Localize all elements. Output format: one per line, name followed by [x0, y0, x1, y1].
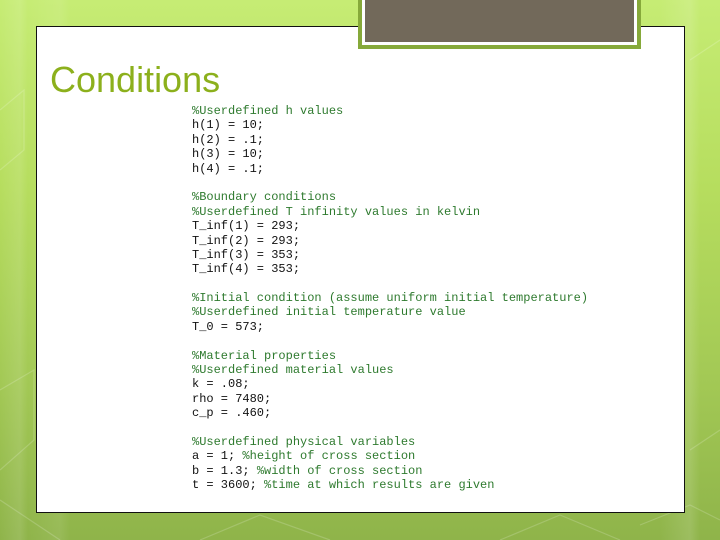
code-line: %Userdefined T infinity values in kelvin [192, 205, 588, 219]
code-text: T_inf(4) = 353; [192, 262, 301, 277]
code-text: k = .08; [192, 377, 250, 392]
code-line: %Initial condition (assume uniform initi… [192, 291, 588, 305]
code-comment: %Userdefined physical variables [192, 434, 416, 449]
code-comment: %Initial condition (assume uniform initi… [192, 291, 589, 306]
title-placeholder-fill [365, 0, 634, 42]
code-line: %Material properties [192, 349, 588, 363]
code-text: b = 1.3; [192, 463, 257, 478]
code-text: a = 1; [192, 449, 243, 464]
code-text: h(3) = 10; [192, 147, 265, 162]
code-line: %Userdefined material values [192, 363, 588, 377]
code-listing: %Userdefined h values h(1) = 10; h(2) = .1… [192, 104, 588, 493]
code-line: %Userdefined h values [192, 104, 588, 118]
code-block: %Userdefined physical variables a = 1; %h… [192, 435, 588, 493]
code-comment: %Userdefined T infinity values in kelvin [192, 204, 481, 219]
code-line: T_inf(4) = 353; [192, 262, 588, 276]
code-line: b = 1.3; %width of cross section [192, 464, 588, 478]
code-comment: %time at which results are given [264, 478, 495, 493]
code-line: %Boundary conditions [192, 190, 588, 204]
code-text: h(4) = .1; [192, 161, 265, 176]
code-text: rho = 7480; [192, 391, 272, 406]
code-text: h(2) = .1; [192, 132, 265, 147]
code-text: T_inf(2) = 293; [192, 233, 301, 248]
code-comment: %Userdefined h values [192, 104, 344, 118]
code-text: h(1) = 10; [192, 118, 265, 133]
code-line: T_inf(2) = 293; [192, 234, 588, 248]
slide-title: Conditions [50, 59, 221, 100]
code-line: c_p = .460; [192, 406, 588, 420]
code-comment: %Material properties [192, 348, 337, 363]
code-line: a = 1; %height of cross section [192, 449, 588, 463]
code-comment: %Userdefined initial temperature value [192, 305, 466, 320]
code-line: h(1) = 10; [192, 118, 588, 132]
code-text: T_inf(1) = 293; [192, 219, 301, 234]
code-line: k = .08; [192, 377, 588, 391]
code-line: h(2) = .1; [192, 133, 588, 147]
code-line: t = 3600; %time at which results are giv… [192, 478, 588, 492]
code-comment: %width of cross section [256, 463, 423, 478]
code-line: %Userdefined physical variables [192, 435, 588, 449]
code-text: T_0 = 573; [192, 319, 265, 334]
code-line: T_inf(3) = 353; [192, 248, 588, 262]
code-line: h(4) = .1; [192, 162, 588, 176]
code-line: %Userdefined initial temperature value [192, 305, 588, 319]
code-text: c_p = .460; [192, 406, 272, 421]
code-block: %Boundary conditions %Userdefined T infin… [192, 190, 588, 276]
code-line: h(3) = 10; [192, 147, 588, 161]
code-text: T_inf(3) = 353; [192, 247, 301, 262]
code-line: T_inf(1) = 293; [192, 219, 588, 233]
code-line: T_0 = 573; [192, 320, 588, 334]
code-line: rho = 7480; [192, 392, 588, 406]
code-block: %Material properties %Userdefined materia… [192, 349, 588, 421]
code-block: %Userdefined h values h(1) = 10; h(2) = .1… [192, 104, 588, 176]
code-comment: %Boundary conditions [192, 190, 337, 205]
title-placeholder-box [358, 0, 641, 49]
code-block: %Initial condition (assume uniform initi… [192, 291, 588, 334]
code-text: t = 3600; [192, 478, 265, 493]
code-comment: %Userdefined material values [192, 363, 394, 378]
code-comment: %height of cross section [242, 449, 416, 464]
